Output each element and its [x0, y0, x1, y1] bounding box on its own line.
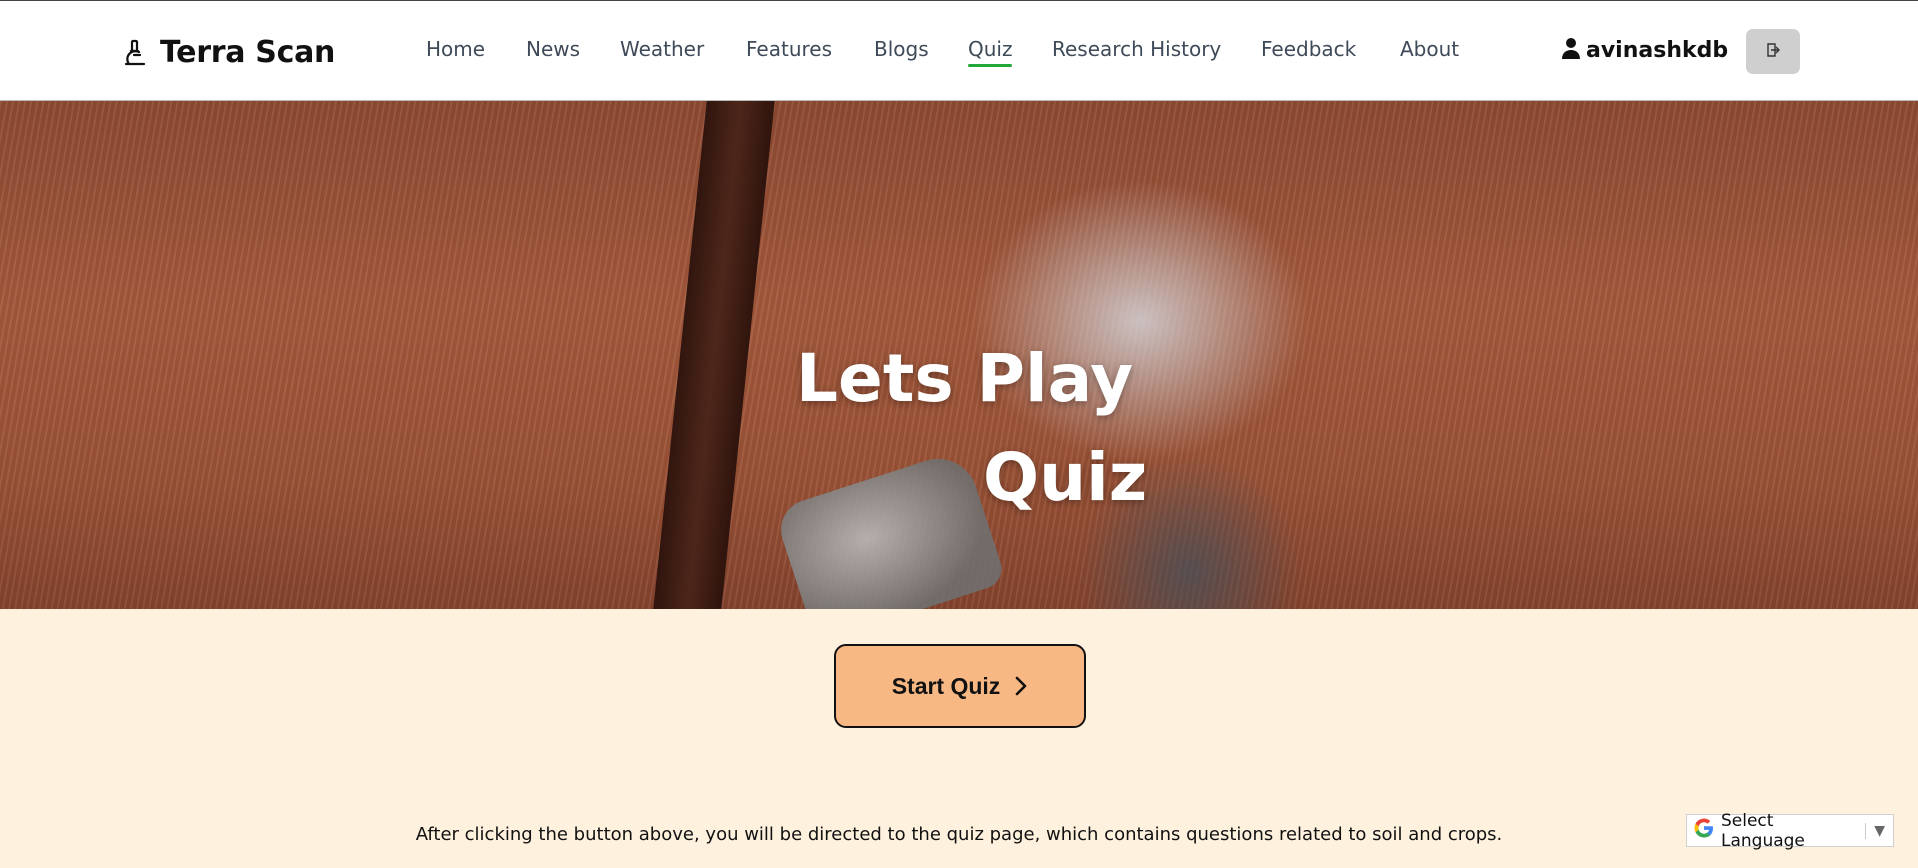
hero-title-line2: Quiz — [983, 439, 1148, 516]
start-quiz-button[interactable]: Start Quiz — [834, 644, 1086, 728]
nav-item-feedback[interactable]: Feedback — [1261, 37, 1356, 61]
nav-item-features[interactable]: Features — [746, 37, 832, 61]
user-name: avinashkdb — [1586, 37, 1729, 63]
user-icon — [1562, 37, 1580, 63]
dropdown-arrow-icon: ▼ — [1865, 822, 1893, 839]
nav-item-blogs[interactable]: Blogs — [874, 37, 929, 61]
language-selector[interactable]: Select Language ▼ — [1686, 811, 1894, 851]
nav-item-quiz[interactable]: Quiz — [968, 37, 1013, 67]
nav-item-research-history[interactable]: Research History — [1052, 37, 1221, 61]
chevron-right-icon — [1014, 675, 1028, 697]
hero-title-line1: Lets Play — [796, 340, 1134, 417]
hero-banner: Lets Play Quiz — [0, 101, 1918, 609]
google-g-icon — [1693, 817, 1715, 844]
quiz-info-text: After clicking the button above, you wil… — [415, 824, 1503, 845]
start-quiz-label: Start Quiz — [891, 672, 1001, 699]
logout-icon — [1765, 42, 1781, 62]
logout-button[interactable] — [1746, 29, 1800, 74]
nav-item-home[interactable]: Home — [426, 37, 485, 61]
nav-item-weather[interactable]: Weather — [620, 37, 704, 61]
microscope-icon — [120, 38, 150, 68]
user-profile[interactable]: avinashkdb — [1562, 37, 1728, 63]
language-label: Select Language — [1721, 810, 1805, 851]
nav-item-about[interactable]: About — [1400, 37, 1459, 61]
brand-name: Terra Scan — [160, 35, 336, 70]
nav-item-news[interactable]: News — [526, 37, 580, 61]
top-navbar: Terra Scan Home News Weather Features Bl… — [0, 0, 1918, 101]
brand[interactable]: Terra Scan — [120, 35, 335, 70]
